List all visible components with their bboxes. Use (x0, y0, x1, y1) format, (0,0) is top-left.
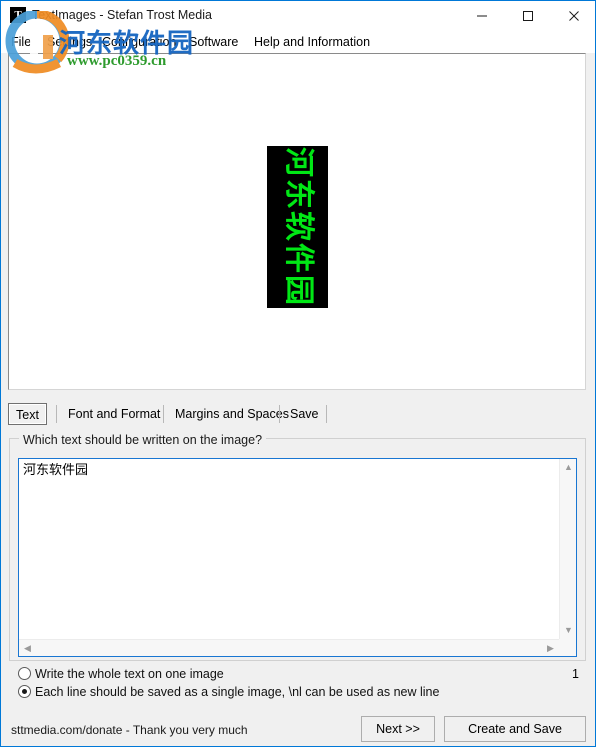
maximize-icon (523, 10, 533, 21)
chevron-left-icon[interactable]: ◀ (19, 640, 36, 657)
window-title: TextImages - Stefan Trost Media (32, 8, 212, 22)
image-preview-panel: 河东软件园 (8, 53, 586, 390)
chevron-up-icon[interactable]: ▲ (560, 459, 577, 476)
menu-item-file[interactable]: File (9, 33, 33, 51)
tab-text[interactable]: Text (8, 403, 47, 425)
menu-item-configuration[interactable]: Configuration (100, 33, 178, 51)
radio-write-whole-text-label: Write the whole text on one image (35, 667, 224, 681)
tab-separator (56, 405, 57, 423)
menu-item-software[interactable]: Software (187, 33, 240, 51)
tab-separator (279, 405, 280, 423)
app-icon: T (10, 7, 26, 23)
minimize-button[interactable] (459, 1, 505, 30)
tab-separator (326, 405, 327, 423)
generated-image-preview: 河东软件园 (267, 146, 328, 308)
next-button[interactable]: Next >> (361, 716, 435, 742)
chevron-down-icon[interactable]: ▼ (560, 622, 577, 639)
radio-write-whole-text[interactable]: Write the whole text on one image (18, 667, 224, 685)
tab-save[interactable]: Save (283, 403, 326, 425)
tab-strip: Text Font and Format Margins and Spaces … (8, 403, 586, 426)
radio-indicator[interactable] (18, 667, 31, 680)
horizontal-scrollbar[interactable]: ◀ ▶ (19, 639, 559, 656)
maximize-button[interactable] (505, 1, 551, 30)
groupbox-label: Which text should be written on the imag… (19, 433, 267, 447)
menu-item-settings[interactable]: Settings (45, 33, 94, 51)
create-and-save-button[interactable]: Create and Save (444, 716, 586, 742)
tab-font-and-format[interactable]: Font and Format (61, 403, 167, 425)
title-bar: T TextImages - Stefan Trost Media (1, 1, 595, 30)
chevron-right-icon[interactable]: ▶ (542, 640, 559, 657)
minimize-icon (477, 15, 487, 16)
radio-each-line-label: Each line should be saved as a single im… (35, 685, 440, 699)
radio-indicator[interactable] (18, 685, 31, 698)
tab-separator (163, 405, 164, 423)
close-button[interactable] (551, 1, 595, 30)
text-input-area[interactable]: 河东软件园 ▲ ▼ ◀ ▶ (18, 458, 577, 657)
tab-margins-and-spaces[interactable]: Margins and Spaces (168, 403, 296, 425)
scrollbar-corner (559, 639, 576, 656)
preview-image-text: 河东软件园 (280, 147, 316, 307)
text-input-value[interactable]: 河东软件园 (23, 463, 557, 637)
close-icon (569, 10, 579, 21)
menu-bar: File Settings Configuration Software Hel… (1, 30, 595, 53)
line-count-value: 1 (572, 667, 579, 681)
menu-item-help[interactable]: Help and Information (252, 33, 372, 51)
application-window: T TextImages - Stefan Trost Media File S… (0, 0, 596, 747)
radio-each-line-single-image[interactable]: Each line should be saved as a single im… (18, 685, 439, 703)
vertical-scrollbar[interactable]: ▲ ▼ (559, 459, 576, 639)
status-bar-text: sttmedia.com/donate - Thank you very muc… (11, 723, 248, 737)
